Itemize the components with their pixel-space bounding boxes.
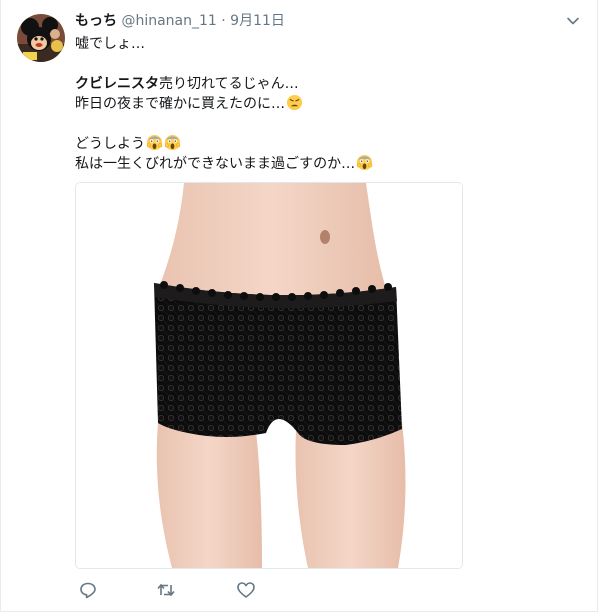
avatar-image	[17, 14, 65, 62]
tweet-date[interactable]: 9月11日	[230, 13, 285, 29]
tweet-line-2-rest: 売り切れてるじゃん…	[159, 76, 299, 92]
hashtag-link[interactable]: クビレニスタ	[75, 76, 159, 92]
tweet-line-2: クビレニスタ売り切れてるじゃん…	[75, 74, 575, 94]
tweet-line-4-text: どうしよう	[75, 136, 145, 152]
tweet-media[interactable]	[75, 182, 463, 569]
tweet-line-5: 私は一生くびれができないまま過ごすのか…	[75, 154, 575, 174]
chevron-down-icon[interactable]	[566, 14, 580, 28]
tweet-text: 嘘でしょ… クビレニスタ売り切れてるじゃん… 昨日の夜まで確かに買えたのに… ど…	[75, 34, 575, 174]
author-name[interactable]: もっち	[75, 13, 117, 29]
tweet-actions	[78, 580, 378, 600]
card-border-left	[0, 0, 1, 612]
reply-icon[interactable]	[78, 580, 98, 600]
retweet-icon[interactable]	[156, 580, 176, 600]
like-icon[interactable]	[236, 580, 256, 600]
scream-face-icon	[146, 134, 163, 151]
tweet-line-5-text: 私は一生くびれができないまま過ごすのか…	[75, 156, 356, 172]
tweet-line-4: どうしよう	[75, 134, 575, 154]
tweet-header: もっち @hinanan_11 · 9月11日	[75, 12, 285, 31]
scream-face-icon	[164, 134, 181, 151]
avatar[interactable]	[17, 14, 65, 62]
tweet-line-1: 嘘でしょ…	[75, 36, 145, 52]
tweet-line-3: 昨日の夜まで確かに買えたのに…	[75, 94, 575, 114]
weary-face-icon	[286, 94, 303, 111]
product-photo	[76, 183, 462, 568]
scream-face-icon	[356, 154, 373, 171]
separator-dot: ·	[221, 13, 226, 29]
author-handle[interactable]: @hinanan_11	[121, 13, 216, 29]
tweet-line-3-text: 昨日の夜まで確かに買えたのに…	[75, 96, 285, 112]
